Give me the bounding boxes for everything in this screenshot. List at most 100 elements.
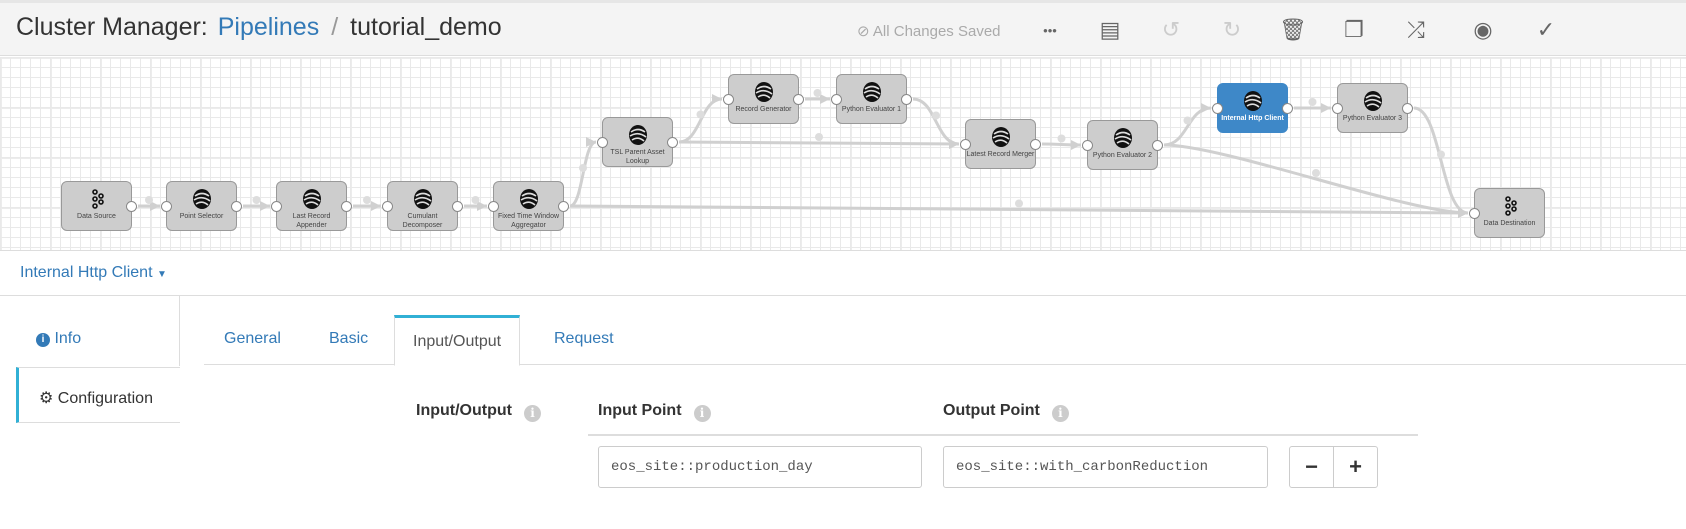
shuffle-icon[interactable]: ⤮ <box>1403 17 1429 43</box>
section-label: Input/Output i <box>416 402 541 422</box>
edge[interactable] <box>1163 106 1212 147</box>
tab-input-output[interactable]: Input/Output <box>394 315 521 366</box>
pipeline-icon <box>863 82 881 102</box>
edge[interactable] <box>678 97 723 144</box>
node-label: Point Selector <box>179 213 224 220</box>
pipeline-node[interactable]: Internal Http Client <box>1212 83 1293 133</box>
node-label: Cumulant Decomposer <box>402 213 443 229</box>
output-port[interactable] <box>667 137 678 148</box>
output-port[interactable] <box>1402 103 1413 114</box>
save-status: ⊘ All Changes Saved <box>857 22 1001 40</box>
input-port[interactable] <box>1469 208 1480 219</box>
input-port[interactable] <box>960 139 971 150</box>
pipeline-node[interactable]: Cumulant Decomposer <box>382 181 463 231</box>
copy-icon[interactable]: ❐ <box>1341 17 1367 43</box>
caret-down-icon: ▼ <box>156 269 167 280</box>
pipeline-node[interactable]: Point Selector <box>161 181 242 231</box>
pipeline-node[interactable]: Latest Record Merger <box>960 119 1041 169</box>
input-port[interactable] <box>271 201 282 212</box>
input-port[interactable] <box>597 137 608 148</box>
output-port[interactable] <box>558 201 569 212</box>
add-row-button[interactable]: + <box>1333 446 1378 488</box>
redo-icon[interactable]: ↻ <box>1219 17 1245 43</box>
input-port[interactable] <box>1212 103 1223 114</box>
divider <box>588 434 1418 436</box>
tab-general[interactable]: General <box>206 315 299 365</box>
check-circle-icon[interactable]: ✓ <box>1533 17 1559 43</box>
edge-label-icon <box>145 196 153 204</box>
pipeline-node[interactable]: Python Evaluator 3 <box>1332 83 1413 133</box>
remove-row-button[interactable]: − <box>1289 446 1334 488</box>
edge-arrow <box>820 94 830 104</box>
node-label: Record Generator <box>735 106 792 113</box>
edge[interactable] <box>1413 106 1469 215</box>
pipeline-icon <box>1114 128 1132 148</box>
output-point-field[interactable] <box>943 446 1268 488</box>
pipeline-node[interactable]: Python Evaluator 1 <box>831 74 912 124</box>
node-dropdown[interactable]: Internal Http Client ▼ <box>20 264 167 282</box>
edge[interactable] <box>912 97 960 146</box>
output-port[interactable] <box>1152 140 1163 151</box>
output-port[interactable] <box>452 201 463 212</box>
pipeline-node[interactable]: Data Destination <box>1469 188 1545 238</box>
output-port[interactable] <box>126 201 137 212</box>
node-label: Python Evaluator 2 <box>1092 152 1153 159</box>
trash-icon[interactable]: 🗑 <box>1279 17 1307 43</box>
undo-icon[interactable]: ↺ <box>1158 17 1184 43</box>
tab-request[interactable]: Request <box>536 315 632 365</box>
edge[interactable] <box>678 140 960 146</box>
more-icon[interactable]: ••• <box>1037 17 1063 43</box>
breadcrumb-pipelines-link[interactable]: Pipelines <box>218 13 319 41</box>
side-tab-info[interactable]: i Info <box>16 310 180 366</box>
output-port[interactable] <box>1030 139 1041 150</box>
edge[interactable] <box>569 140 597 208</box>
config-tabs: General Basic Input/Output Request <box>204 315 1686 366</box>
input-port[interactable] <box>1082 140 1093 151</box>
app-name: Cluster Manager: <box>16 13 208 41</box>
pipeline-icon <box>1244 91 1262 111</box>
output-port[interactable] <box>341 201 352 212</box>
info-icon[interactable]: i <box>523 405 541 422</box>
edge-arrow <box>1201 103 1211 113</box>
tab-basic[interactable]: Basic <box>311 315 386 365</box>
input-port[interactable] <box>1332 103 1343 114</box>
input-point-header: Input Point i <box>598 402 711 422</box>
pipeline-node[interactable]: Python Evaluator 2 <box>1082 120 1163 170</box>
input-port[interactable] <box>382 201 393 212</box>
check-circle-icon: ⊘ <box>857 23 870 40</box>
output-port[interactable] <box>231 201 242 212</box>
document-icon[interactable]: ▤ <box>1097 17 1123 43</box>
input-port[interactable] <box>488 201 499 212</box>
node-label: Fixed Time Window Aggregator <box>497 213 560 229</box>
side-tab-configuration[interactable]: ⚙ Configuration <box>16 367 180 423</box>
pipeline-node[interactable]: Data Source <box>61 181 137 231</box>
pipeline-node[interactable]: Fixed Time Window Aggregator <box>488 181 569 231</box>
edge-label-icon <box>696 110 705 119</box>
edge-label-icon <box>1437 150 1445 159</box>
node-label: Internal Http Client <box>1221 115 1284 122</box>
input-port[interactable] <box>161 201 172 212</box>
pipeline-node[interactable]: Last Record Appender <box>271 181 352 231</box>
input-port[interactable] <box>831 94 842 105</box>
eye-icon[interactable]: ◉ <box>1470 17 1496 43</box>
pipeline-node[interactable]: Record Generator <box>723 74 804 124</box>
section-label-text: Input/Output <box>416 402 512 419</box>
pipeline-node[interactable]: TSL Parent Asset Lookup <box>597 117 678 167</box>
output-port[interactable] <box>793 94 804 105</box>
output-port[interactable] <box>901 94 912 105</box>
input-port[interactable] <box>723 94 734 105</box>
pipeline-canvas[interactable]: Data Source Point Selector Last Record App… <box>0 57 1686 251</box>
save-status-text: All Changes Saved <box>872 23 1001 40</box>
info-icon[interactable]: i <box>693 405 711 422</box>
node-label: TSL Parent Asset Lookup <box>610 149 665 165</box>
input-point-header-text: Input Point <box>598 402 682 419</box>
pipeline-name: tutorial_demo <box>350 13 502 41</box>
edge-label-icon <box>252 196 261 204</box>
output-port[interactable] <box>1282 103 1293 114</box>
kafka-icon <box>92 189 104 209</box>
input-point-field[interactable] <box>598 446 922 488</box>
info-icon[interactable]: i <box>1051 405 1069 422</box>
pipeline-icon <box>1364 91 1382 111</box>
pipeline-icon <box>303 189 321 209</box>
edge[interactable] <box>1163 143 1469 215</box>
